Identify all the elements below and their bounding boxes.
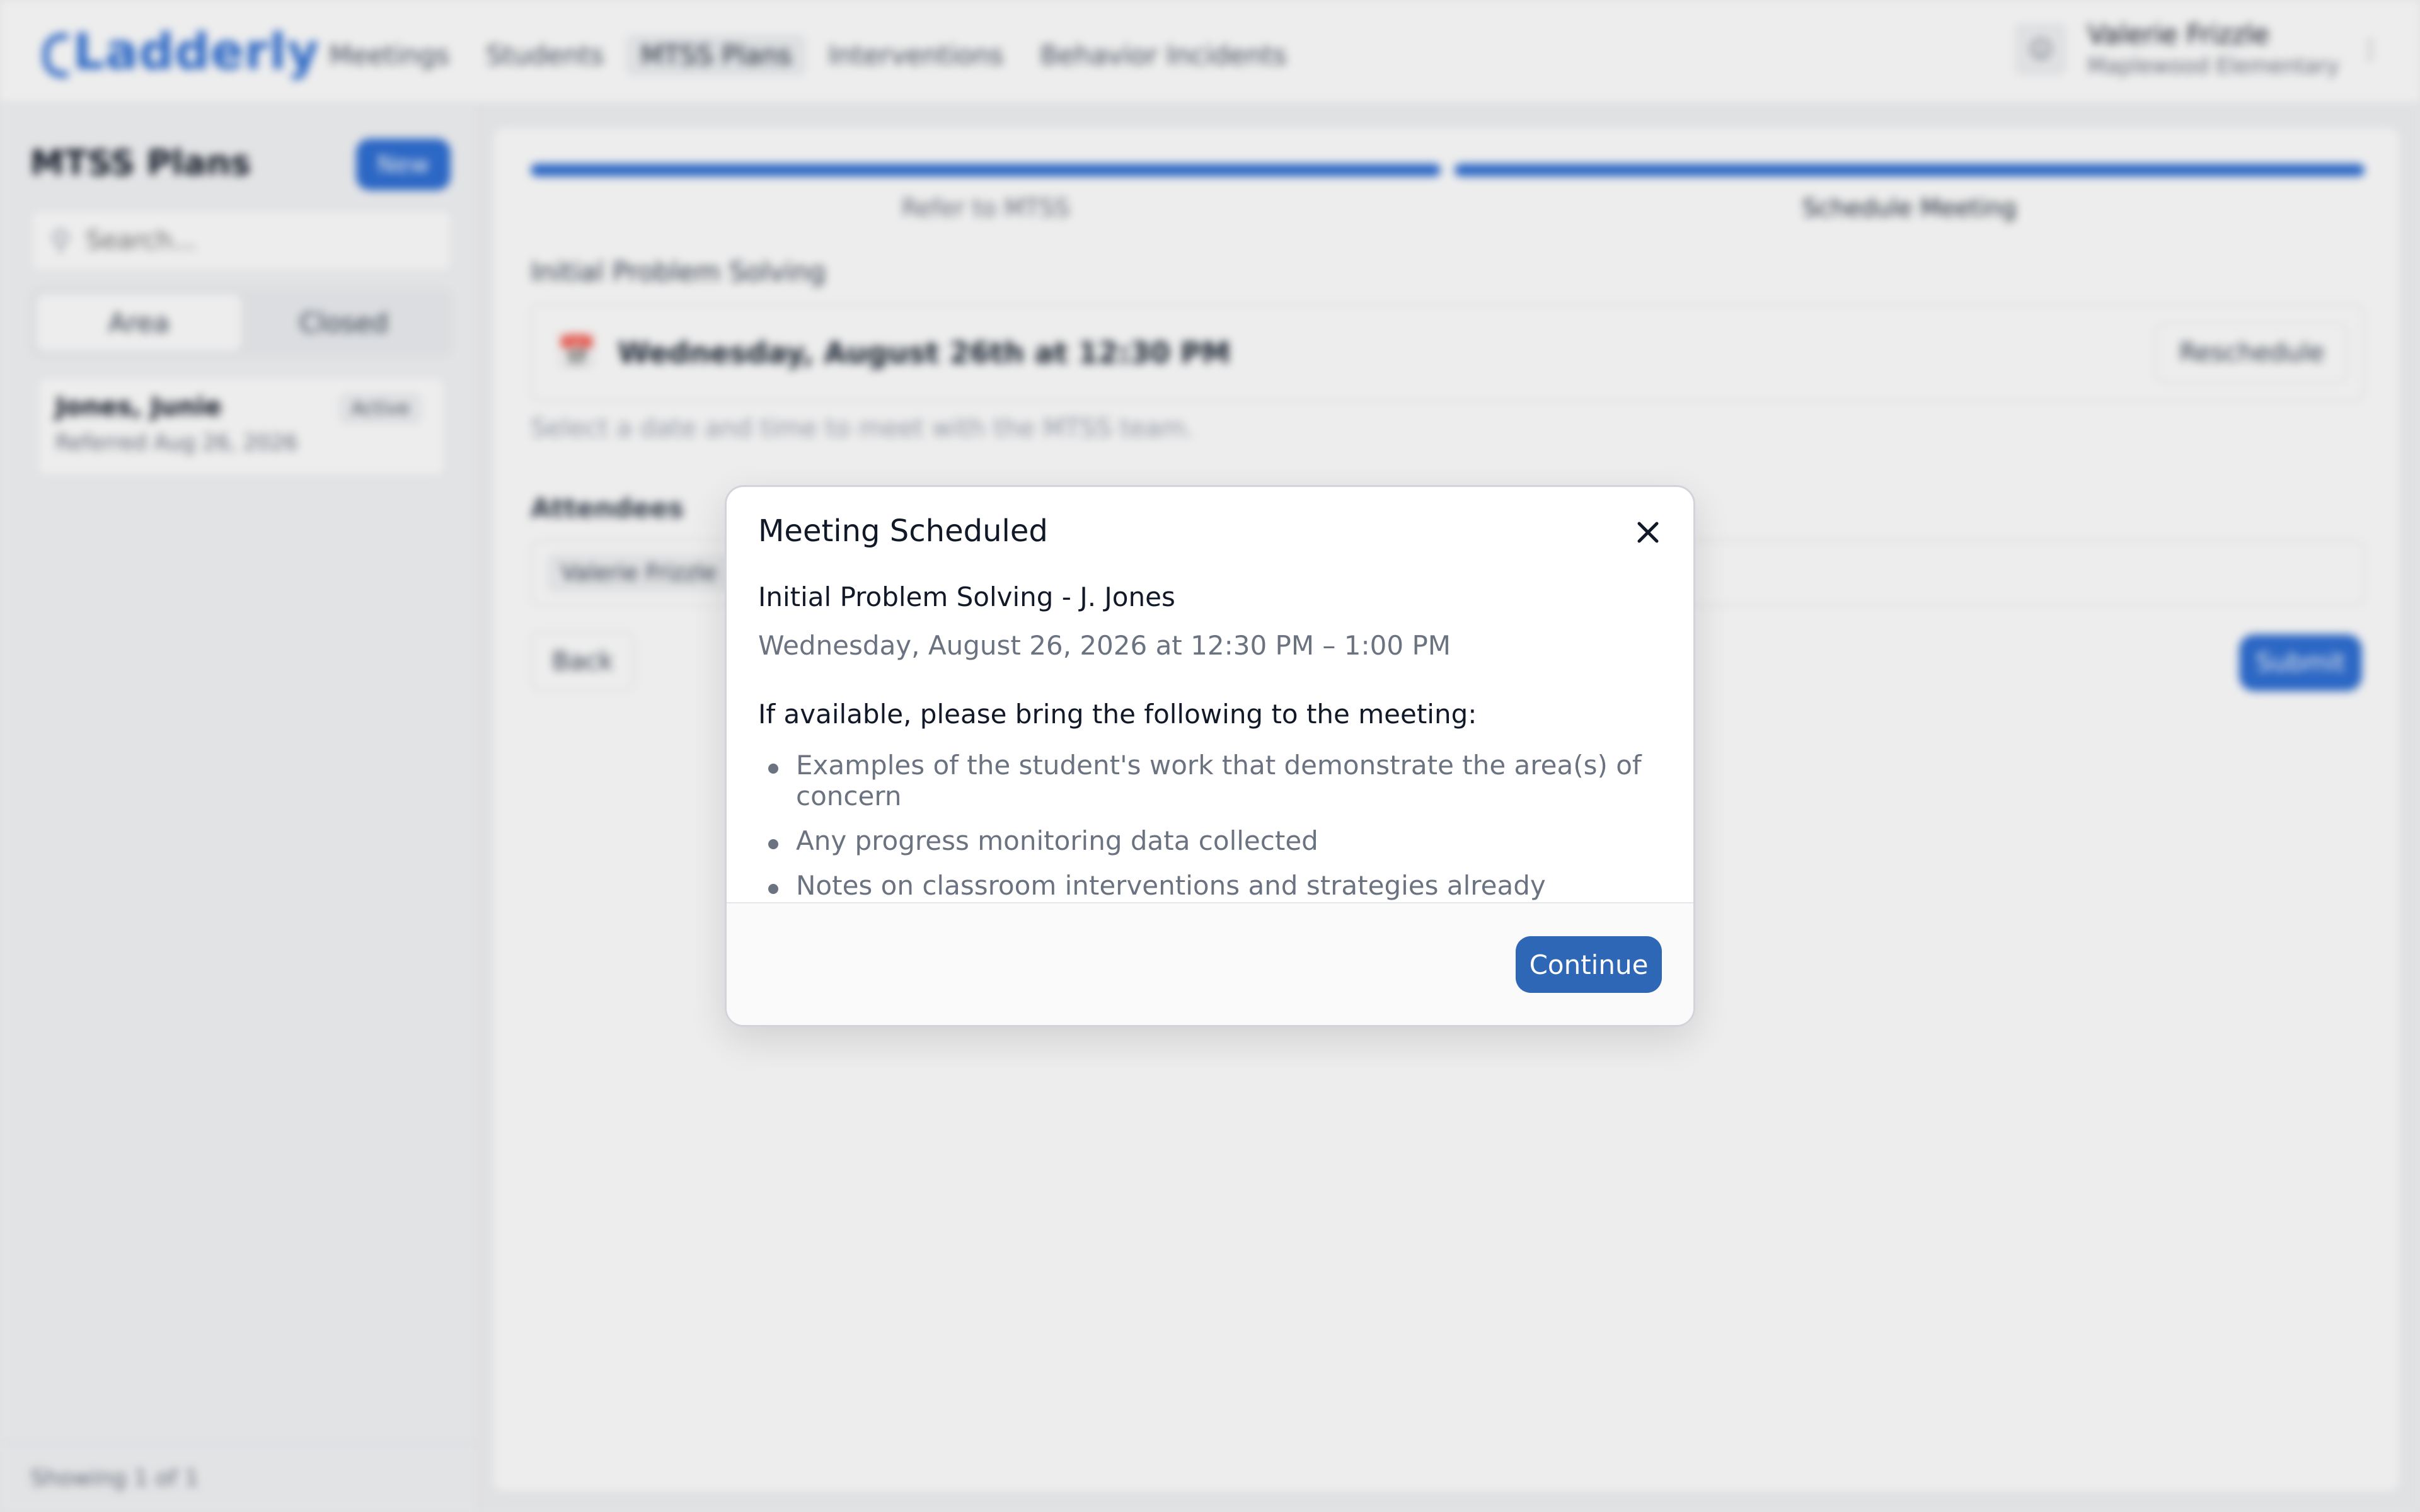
- dialog-title: Meeting Scheduled: [758, 513, 1048, 549]
- close-button[interactable]: [1629, 513, 1667, 551]
- bring-instructions: If available, please bring the following…: [758, 699, 1477, 730]
- list-item: Any progress monitoring data collected: [758, 825, 1666, 856]
- dialog-body: Initial Problem Solving - J. Jones Wedne…: [758, 581, 1666, 946]
- meeting-time: Wednesday, August 26, 2026 at 12:30 PM –…: [758, 630, 1451, 661]
- continue-button[interactable]: Continue: [1516, 936, 1662, 993]
- close-icon: [1637, 522, 1659, 543]
- dialog-footer: Continue: [727, 902, 1693, 1025]
- meeting-title: Initial Problem Solving - J. Jones: [758, 581, 1175, 612]
- list-item: Examples of the student's work that demo…: [758, 750, 1666, 811]
- meeting-scheduled-dialog: Meeting Scheduled Initial Problem Solvin…: [725, 485, 1695, 1027]
